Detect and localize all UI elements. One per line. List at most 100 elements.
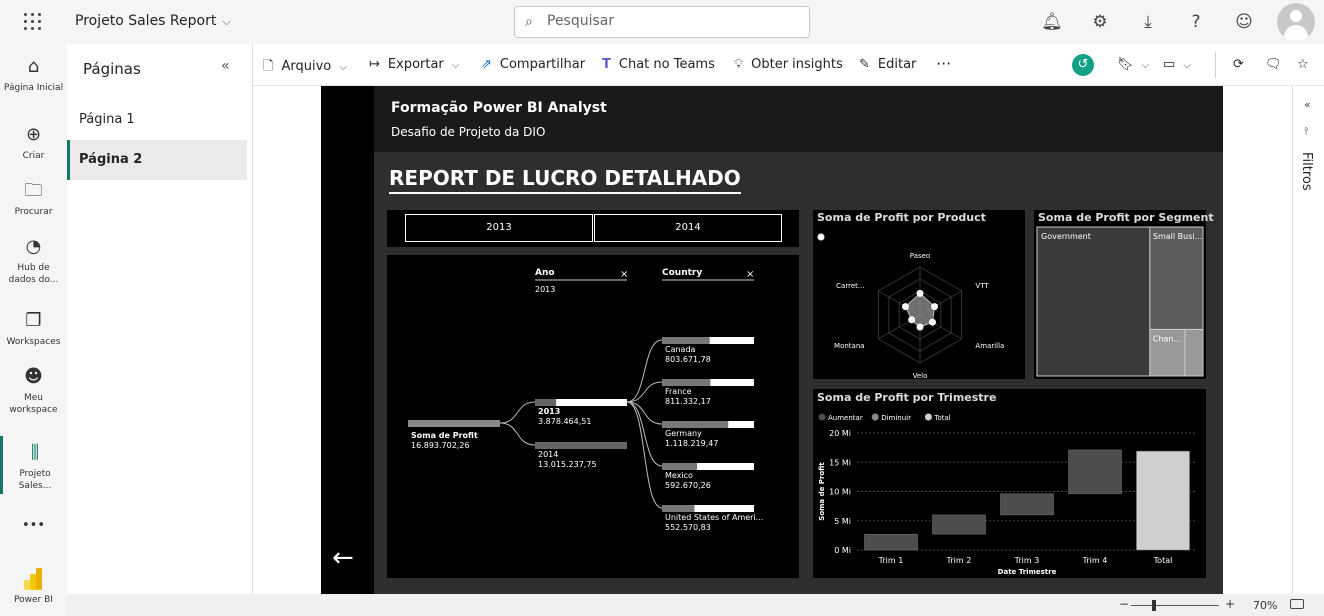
radar-point[interactable] <box>908 316 916 324</box>
nav-datahub-label: Hub de dados do... <box>8 263 59 285</box>
feedback-smiley-icon[interactable]: ☺ <box>1233 11 1255 33</box>
filters-pane[interactable]: « ⫯ Filtros <box>1292 86 1324 594</box>
download-icon[interactable]: ⤓ <box>1137 11 1159 33</box>
nav-workspaces[interactable]: ❐ Workspaces <box>0 310 67 348</box>
view-button[interactable]: ▭ ⌵ <box>1163 57 1191 72</box>
view-icon: ▭ <box>1163 57 1176 72</box>
waterfall-total-bar[interactable] <box>1136 450 1190 551</box>
treemap-tile[interactable] <box>1149 226 1204 330</box>
nav-browse[interactable]: 🗀 Procurar <box>0 180 67 218</box>
top-bar: Projeto Sales Report ⌵ ⌕ 🔔︎ ⚙ ⤓ ? ☺ <box>0 0 1324 44</box>
slicer-button-2013[interactable]: 2013 <box>405 214 593 242</box>
pages-title: Páginas <box>83 60 141 78</box>
tree-country-bar[interactable] <box>662 463 698 470</box>
share-button[interactable]: ⇗ Compartilhar <box>481 57 585 72</box>
zoom-slider-track[interactable] <box>1131 605 1219 606</box>
lightbulb-icon: 💡︎ <box>734 57 744 72</box>
filters-label: Filtros <box>1299 152 1314 191</box>
y-tick-label: 20 Mi <box>829 429 851 438</box>
page-item-2[interactable]: Página 2 <box>67 140 247 180</box>
nav-datahub[interactable]: ◔ Hub de dados do... <box>0 236 67 286</box>
bell-icon[interactable]: 🔔︎ <box>1041 11 1063 33</box>
waterfall-increase-bar[interactable] <box>932 514 986 535</box>
x-axis-title: Date Trimestre <box>998 568 1057 576</box>
report-title: REPORT DE LUCRO DETALHADO <box>389 166 741 194</box>
radar-category-label: VTT <box>975 282 989 290</box>
y-axis-title: Soma de Profit <box>818 462 826 521</box>
teams-chat-label: Chat no Teams <box>618 57 715 72</box>
fit-page-icon[interactable] <box>1290 599 1304 609</box>
slicer-button-2014[interactable]: 2014 <box>594 214 782 242</box>
page-item-1[interactable]: Página 1 <box>67 100 247 140</box>
search-box[interactable]: ⌕ <box>514 6 810 38</box>
radar-point[interactable] <box>931 303 939 311</box>
radar-category-label: Velo <box>913 372 928 379</box>
treemap-tile[interactable] <box>1184 328 1204 377</box>
y-tick-label: 5 Mi <box>834 517 851 526</box>
expand-filters-icon[interactable]: « <box>1304 98 1311 111</box>
zoom-out-button[interactable]: − <box>1119 597 1129 611</box>
export-icon: ↦ <box>369 57 380 72</box>
edit-button[interactable]: ✎ Editar <box>859 57 916 72</box>
zoom-in-button[interactable]: + <box>1225 597 1235 611</box>
waterfall-increase-bar[interactable] <box>1000 493 1054 516</box>
file-menu-button[interactable]: 🗋 Arquivo ⌵ <box>263 57 347 79</box>
treemap-tile[interactable] <box>1036 226 1151 377</box>
tree-year-value: 3.878.464,51 <box>538 417 591 426</box>
nav-create[interactable]: ⊕ Criar <box>0 124 67 162</box>
tree-country-bar[interactable] <box>662 421 729 428</box>
radar-point[interactable] <box>916 323 924 331</box>
teams-chat-button[interactable]: T Chat no Teams <box>602 57 715 72</box>
radar-point[interactable] <box>916 289 924 297</box>
nav-project[interactable]: ⫼ Projeto Sales... <box>0 436 67 494</box>
export-menu-button[interactable]: ↦ Exportar ⌵ <box>369 57 459 72</box>
share-label: Compartilhar <box>499 57 586 72</box>
more-options-button[interactable]: ··· <box>936 54 951 73</box>
tree-country-value: 552.570,83 <box>665 523 711 532</box>
pencil-icon: ✎ <box>859 57 870 72</box>
tree-country-label: France <box>665 387 692 396</box>
waterfall-increase-bar[interactable] <box>1068 449 1122 495</box>
radar-point[interactable] <box>928 318 936 326</box>
radar-point[interactable] <box>901 303 909 311</box>
close-icon[interactable]: × <box>620 269 628 280</box>
zoom-slider-thumb[interactable] <box>1152 600 1156 611</box>
tree-col-year-filter: 2013 <box>535 285 555 294</box>
treemap-label: Chan... <box>1153 334 1181 343</box>
tree-link <box>499 401 536 424</box>
insights-button[interactable]: 💡︎ Obter insights <box>734 57 843 72</box>
nav-home[interactable]: ⌂ Página Inicial <box>0 56 67 94</box>
nav-my-workspace[interactable]: ☻ Meu workspace <box>0 366 67 416</box>
toolbar-divider <box>1215 52 1216 78</box>
x-tick-label: Trim 2 <box>946 556 972 565</box>
favorite-star-icon[interactable]: ☆ <box>1297 57 1309 72</box>
tree-country-nodes: Canada803.671,78 France811.332,17 Germany1… <box>662 337 763 532</box>
tree-country-bar[interactable] <box>662 379 711 386</box>
tree-root-bar[interactable] <box>408 420 500 427</box>
tree-country-bar[interactable] <box>662 505 695 512</box>
app-launcher-icon[interactable] <box>24 13 42 31</box>
tree-year-bar-selected[interactable] <box>556 399 627 406</box>
waterfall-increase-bar[interactable] <box>864 533 918 551</box>
help-icon[interactable]: ? <box>1185 11 1207 33</box>
collapse-pane-icon[interactable]: « <box>221 58 230 74</box>
gear-icon[interactable]: ⚙ <box>1089 11 1111 33</box>
tree-country-label: Germany <box>665 429 702 438</box>
insights-label: Obter insights <box>751 57 843 72</box>
nav-powerbi[interactable]: Power BI <box>0 568 67 606</box>
report-header-title: Formação Power BI Analyst <box>391 100 607 116</box>
reset-icon[interactable]: ↺ <box>1072 54 1094 76</box>
legend-dot <box>817 233 825 241</box>
tree-country-bar[interactable] <box>662 337 710 344</box>
refresh-icon[interactable]: ⟳ <box>1233 57 1244 72</box>
close-icon[interactable]: × <box>746 269 754 280</box>
app-title-dropdown[interactable]: Projeto Sales Report ⌵ <box>75 13 231 29</box>
nav-more[interactable]: ••• <box>0 519 67 532</box>
nav-project-label: Projeto Sales... <box>18 469 52 491</box>
back-arrow-icon[interactable]: ← <box>332 543 354 573</box>
search-input[interactable] <box>547 13 797 29</box>
bookmark-button[interactable]: 🔖︎ ⌵ <box>1117 57 1149 72</box>
comment-icon[interactable]: 🗨︎ <box>1265 57 1282 72</box>
avatar[interactable] <box>1277 3 1315 41</box>
tree-year-bar-bg[interactable] <box>535 442 627 449</box>
